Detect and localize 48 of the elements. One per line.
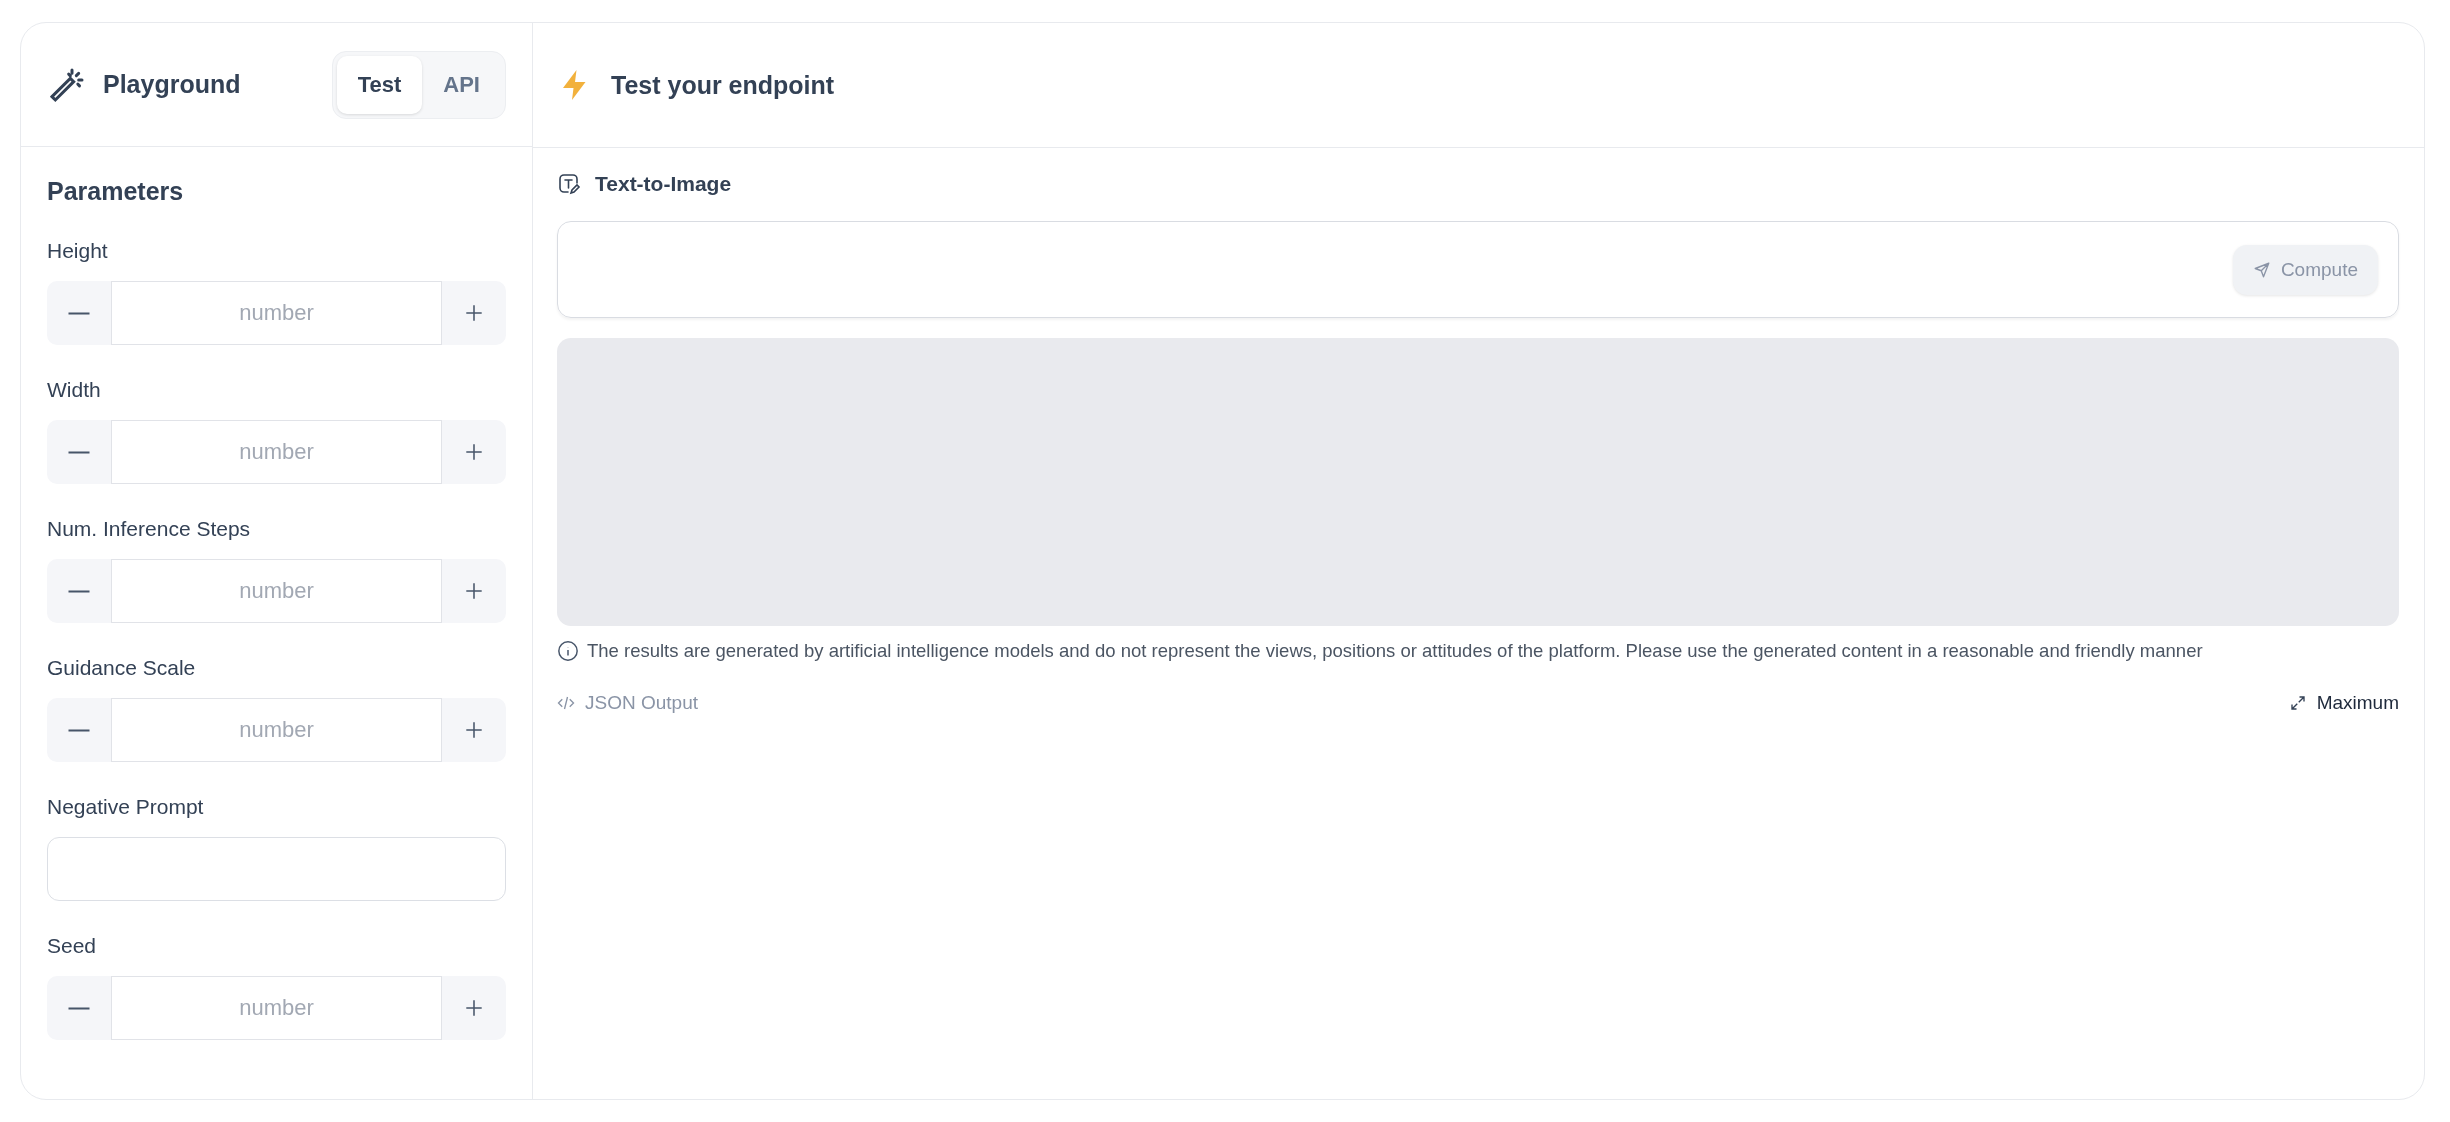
- minus-icon: [68, 311, 90, 315]
- code-icon: [557, 694, 575, 712]
- number-field[interactable]: number: [111, 420, 442, 484]
- parameter-label: Height: [47, 239, 109, 263]
- plus-icon: [463, 441, 485, 463]
- parameter-label: Guidance Scale: [47, 656, 197, 680]
- number-field[interactable]: number: [111, 698, 442, 762]
- number-field[interactable]: number: [111, 559, 442, 623]
- plus-icon: [463, 580, 485, 602]
- parameter-label: Num. Inference Steps: [47, 517, 252, 541]
- minus-icon: [68, 728, 90, 732]
- increment-button[interactable]: [442, 420, 506, 484]
- increment-button[interactable]: [442, 281, 506, 345]
- decrement-button[interactable]: [47, 698, 111, 762]
- send-icon: [2252, 260, 2271, 279]
- minus-icon: [68, 589, 90, 593]
- decrement-button[interactable]: [47, 420, 111, 484]
- number-field[interactable]: number: [111, 281, 442, 345]
- maximize-button[interactable]: Maximum: [2288, 692, 2399, 714]
- increment-button[interactable]: [442, 698, 506, 762]
- minus-icon: [68, 1006, 90, 1010]
- text-edit-icon: [557, 172, 581, 196]
- mode-tab[interactable]: Test: [336, 55, 423, 114]
- parameter-label: Seed: [47, 934, 98, 958]
- playground-title: Playground: [103, 70, 241, 99]
- json-output-toggle[interactable]: JSON Output: [557, 692, 698, 714]
- disclaimer-text: The results are generated by artificial intelligence models and do not represent the views, positions or attitudes of the platform. Please use the generated content in a reasonable and friendly manner: [587, 640, 2203, 662]
- decrement-button[interactable]: [47, 976, 111, 1040]
- parameter-label: Width: [47, 378, 102, 402]
- info-icon: [557, 640, 579, 662]
- task-title: Text-to-Image: [595, 172, 732, 196]
- compute-button[interactable]: Compute: [2232, 244, 2378, 295]
- parameter-label: Negative Prompt: [47, 795, 205, 819]
- endpoint-title: Test your endpoint: [611, 70, 835, 100]
- decrement-button[interactable]: [47, 281, 111, 345]
- increment-button[interactable]: [442, 559, 506, 623]
- text-field[interactable]: [47, 837, 506, 901]
- number-field[interactable]: number: [111, 976, 442, 1040]
- section-title: Parameters: [47, 177, 185, 206]
- increment-button[interactable]: [442, 976, 506, 1040]
- mode-tab[interactable]: API: [422, 55, 501, 114]
- plus-icon: [463, 997, 485, 1019]
- minus-icon: [68, 450, 90, 454]
- decrement-button[interactable]: [47, 559, 111, 623]
- expand-icon: [2288, 694, 2307, 712]
- plus-icon: [463, 719, 485, 741]
- plus-icon: [463, 302, 485, 324]
- prompt-field[interactable]: Compute: [557, 221, 2399, 318]
